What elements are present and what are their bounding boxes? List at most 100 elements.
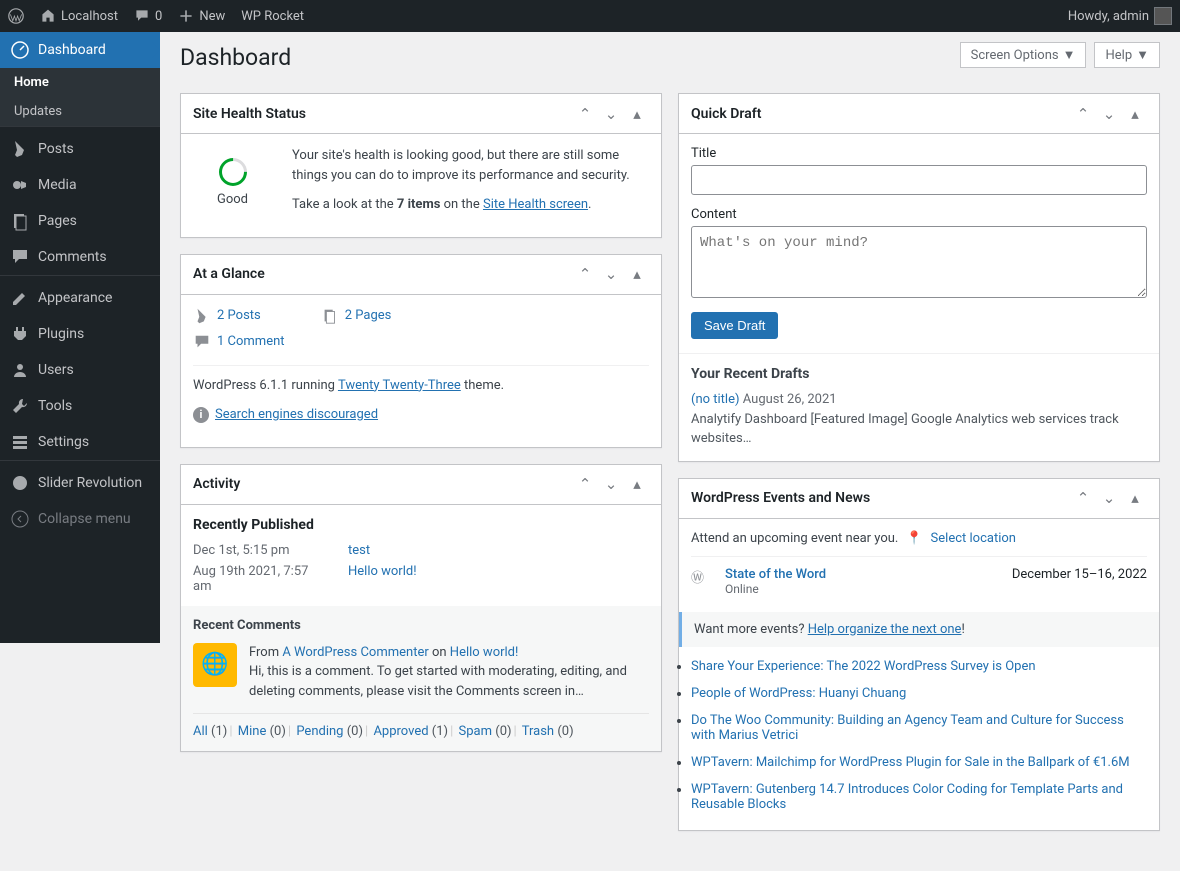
comment-post-link[interactable]: Hello world! <box>450 645 519 660</box>
location-icon: 📍 <box>906 531 922 546</box>
health-message: Your site's health is looking good, but … <box>292 146 649 185</box>
menu-users[interactable]: Users <box>0 352 160 388</box>
published-row: Dec 1st, 5:15 pmtest <box>193 543 649 558</box>
widget-title: Activity <box>193 476 573 492</box>
move-down-icon[interactable]: ⌄ <box>1097 102 1121 126</box>
move-up-icon[interactable]: ⌃ <box>573 472 597 496</box>
post-link[interactable]: Hello world! <box>348 564 417 594</box>
move-up-icon[interactable]: ⌃ <box>1071 486 1095 510</box>
pages-icon <box>321 307 339 325</box>
widget-title: Site Health Status <box>193 106 573 122</box>
news-list: Share Your Experience: The 2022 WordPres… <box>691 653 1147 818</box>
recent-comments-heading: Recent Comments <box>193 618 649 633</box>
menu-slider-revolution[interactable]: Slider Revolution <box>0 465 160 501</box>
filter-spam[interactable]: Spam <box>459 724 493 739</box>
select-location-link[interactable]: Select location <box>931 531 1016 546</box>
pin-icon <box>193 307 211 325</box>
event-row: Ⓦ State of the Word Online December 15–1… <box>691 556 1147 606</box>
recent-drafts-heading: Your Recent Drafts <box>691 366 1147 382</box>
filter-mine[interactable]: Mine <box>238 724 267 739</box>
site-name[interactable]: Localhost <box>32 0 126 32</box>
admin-toolbar: Localhost 0 New WP Rocket Howdy, admin <box>0 0 1180 32</box>
move-down-icon[interactable]: ⌄ <box>599 262 623 286</box>
widget-at-a-glance: At a Glance ⌃⌄▴ 2 Posts 2 Pages 1 Commen… <box>180 254 662 448</box>
move-down-icon[interactable]: ⌄ <box>1097 486 1121 510</box>
collapse-menu[interactable]: Collapse menu <box>0 501 160 537</box>
widget-title: Quick Draft <box>691 106 1071 122</box>
admin-menu: Dashboard Home Updates Posts Media Pages… <box>0 32 160 643</box>
info-icon: i <box>193 407 209 423</box>
glance-pages[interactable]: 2 Pages <box>321 307 392 325</box>
move-up-icon[interactable]: ⌃ <box>573 102 597 126</box>
content-label: Content <box>691 207 1147 222</box>
menu-posts[interactable]: Posts <box>0 131 160 167</box>
event-link[interactable]: State of the Word <box>725 567 826 582</box>
health-circle-icon <box>213 152 253 192</box>
widget-quick-draft: Quick Draft ⌃⌄▴ Title Content Save Draft… <box>678 93 1160 462</box>
menu-plugins[interactable]: Plugins <box>0 316 160 352</box>
move-up-icon[interactable]: ⌃ <box>1071 102 1095 126</box>
menu-appearance[interactable]: Appearance <box>0 280 160 316</box>
submenu-updates[interactable]: Updates <box>0 97 160 126</box>
event-date: December 15–16, 2022 <box>1012 567 1147 596</box>
health-indicator: Good <box>193 146 272 219</box>
title-label: Title <box>691 146 1147 161</box>
comments-bubble[interactable]: 0 <box>126 0 170 32</box>
submenu-home[interactable]: Home <box>0 68 160 97</box>
want-more-events: Want more events? Help organize the next… <box>679 612 1159 647</box>
wordpress-icon: Ⓦ <box>691 567 715 596</box>
toggle-icon[interactable]: ▴ <box>625 262 649 286</box>
help-button[interactable]: Help ▼ <box>1094 42 1160 68</box>
site-health-link[interactable]: Site Health screen <box>483 197 588 212</box>
published-row: Aug 19th 2021, 7:57 amHello world! <box>193 564 649 594</box>
news-link[interactable]: WPTavern: Gutenberg 14.7 Introduces Colo… <box>691 782 1123 812</box>
save-draft-button[interactable]: Save Draft <box>691 312 778 339</box>
filter-trash[interactable]: Trash <box>522 724 554 739</box>
new-content[interactable]: New <box>170 0 233 32</box>
search-engines-warning: i Search engines discouraged <box>193 405 649 425</box>
wp-rocket[interactable]: WP Rocket <box>233 0 312 32</box>
organize-link[interactable]: Help organize the next one <box>808 622 962 637</box>
comment-item: 🌐 From A WordPress Commenter on Hello wo… <box>193 643 649 702</box>
glance-comments[interactable]: 1 Comment <box>193 333 649 351</box>
theme-link[interactable]: Twenty Twenty-Three <box>338 378 461 393</box>
move-down-icon[interactable]: ⌄ <box>599 102 623 126</box>
widget-title: At a Glance <box>193 266 573 282</box>
wp-logo[interactable] <box>0 0 32 32</box>
my-account[interactable]: Howdy, admin <box>1060 0 1180 32</box>
menu-media[interactable]: Media <box>0 167 160 203</box>
gravatar-icon: 🌐 <box>193 643 237 687</box>
filter-pending[interactable]: Pending <box>296 724 343 739</box>
glance-posts[interactable]: 2 Posts <box>193 307 261 325</box>
screen-options-button[interactable]: Screen Options ▼ <box>960 42 1087 68</box>
move-down-icon[interactable]: ⌄ <box>599 472 623 496</box>
news-link[interactable]: People of WordPress: Huanyi Chuang <box>691 686 906 701</box>
menu-settings[interactable]: Settings <box>0 424 160 460</box>
comment-author-link[interactable]: A WordPress Commenter <box>282 645 428 660</box>
post-link[interactable]: test <box>348 543 370 558</box>
menu-pages[interactable]: Pages <box>0 203 160 239</box>
toggle-icon[interactable]: ▴ <box>1123 486 1147 510</box>
draft-title-input[interactable] <box>691 165 1147 195</box>
draft-link[interactable]: (no title) <box>691 392 740 407</box>
news-link[interactable]: Do The Woo Community: Building an Agency… <box>691 713 1124 743</box>
news-link[interactable]: Share Your Experience: The 2022 WordPres… <box>691 659 1036 674</box>
menu-dashboard[interactable]: Dashboard <box>0 32 160 68</box>
menu-comments[interactable]: Comments <box>0 239 160 275</box>
toggle-icon[interactable]: ▴ <box>625 472 649 496</box>
avatar <box>1154 7 1172 25</box>
search-engines-link[interactable]: Search engines discouraged <box>215 407 378 422</box>
filter-all[interactable]: All <box>193 724 208 739</box>
recently-published-heading: Recently Published <box>193 517 649 533</box>
news-link[interactable]: WPTavern: Mailchimp for WordPress Plugin… <box>691 755 1130 770</box>
draft-content-textarea[interactable] <box>691 226 1147 298</box>
move-up-icon[interactable]: ⌃ <box>573 262 597 286</box>
widget-title: WordPress Events and News <box>691 490 1071 506</box>
toggle-icon[interactable]: ▴ <box>1123 102 1147 126</box>
menu-tools[interactable]: Tools <box>0 388 160 424</box>
wp-version: WordPress 6.1.1 running Twenty Twenty-Th… <box>193 365 649 396</box>
widget-activity: Activity ⌃⌄▴ Recently Published Dec 1st,… <box>180 464 662 753</box>
comment-filters: All (1)| Mine (0)| Pending (0)| Approved… <box>193 713 649 739</box>
filter-approved[interactable]: Approved <box>373 724 428 739</box>
toggle-icon[interactable]: ▴ <box>625 102 649 126</box>
